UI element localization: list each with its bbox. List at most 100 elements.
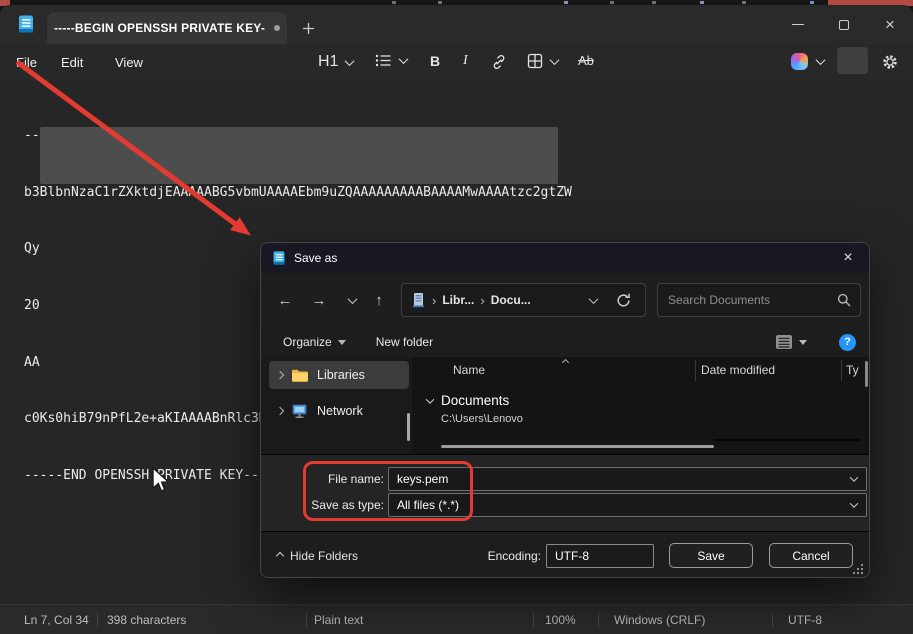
search-input[interactable] bbox=[668, 286, 828, 314]
forward-icon: → bbox=[312, 292, 327, 309]
tree-item-network[interactable]: Network bbox=[269, 397, 409, 425]
maximize-button[interactable] bbox=[821, 5, 867, 44]
heading-label: H1 bbox=[318, 53, 338, 71]
horizontal-scrollbar-track[interactable] bbox=[714, 439, 860, 441]
save-button[interactable]: Save bbox=[669, 543, 753, 568]
dialog-title: Save as bbox=[294, 251, 337, 265]
horizontal-scrollbar-thumb[interactable] bbox=[441, 445, 714, 448]
character-count: 398 characters bbox=[107, 613, 186, 627]
group-collapse-chevron-icon[interactable] bbox=[426, 395, 434, 403]
refresh-icon bbox=[615, 292, 632, 309]
resize-grip[interactable] bbox=[861, 572, 863, 574]
help-button[interactable]: ? bbox=[839, 334, 856, 351]
file-name-section: File name: Save as type: All files (*.*) bbox=[261, 454, 869, 531]
caret-down-icon bbox=[799, 340, 807, 345]
chevron-down-icon bbox=[345, 56, 355, 66]
new-tab-button[interactable] bbox=[298, 18, 318, 38]
close-button[interactable]: × bbox=[867, 5, 913, 44]
link-icon bbox=[490, 53, 508, 71]
list-style-button[interactable] bbox=[375, 53, 407, 68]
column-divider[interactable] bbox=[841, 360, 842, 381]
zoom-level[interactable]: 100% bbox=[545, 613, 576, 627]
clear-formatting-button[interactable]: Ab bbox=[578, 53, 594, 68]
encoding-select[interactable]: UTF-8 bbox=[546, 544, 654, 568]
menu-bar: File Edit View H1 B I Ab bbox=[0, 44, 913, 81]
heading-style-selector[interactable]: H1 bbox=[318, 53, 353, 71]
up-icon: ↑ bbox=[375, 292, 383, 309]
screen: -----BEGIN OPENSSH PRIVATE KEY- × File E… bbox=[0, 0, 913, 634]
recent-locations-button[interactable] bbox=[339, 287, 365, 313]
cancel-button[interactable]: Cancel bbox=[769, 543, 853, 568]
tab-openssh-key[interactable]: -----BEGIN OPENSSH PRIVATE KEY- bbox=[47, 12, 287, 44]
save-type-select[interactable]: All files (*.*) bbox=[388, 493, 867, 517]
menu-file[interactable]: File bbox=[12, 52, 41, 74]
hide-folders-button[interactable]: Hide Folders bbox=[277, 544, 358, 568]
minimize-button[interactable] bbox=[775, 5, 821, 44]
minimize-icon bbox=[792, 24, 804, 26]
link-button[interactable] bbox=[490, 53, 508, 71]
settings-gear-icon bbox=[881, 53, 899, 71]
column-header-type[interactable]: Ty bbox=[846, 363, 859, 377]
encoding-indicator[interactable]: UTF-8 bbox=[788, 613, 822, 627]
redacted-toolbar-item bbox=[837, 47, 868, 74]
forward-button[interactable]: → bbox=[306, 287, 332, 313]
organize-button[interactable]: Organize bbox=[283, 335, 346, 349]
notepad-app-icon bbox=[272, 250, 286, 266]
menu-edit[interactable]: Edit bbox=[57, 52, 87, 74]
table-icon bbox=[527, 53, 543, 69]
tree-item-libraries[interactable]: Libraries bbox=[269, 361, 409, 389]
file-name-combo[interactable] bbox=[388, 467, 867, 491]
refresh-button[interactable] bbox=[615, 292, 632, 312]
column-divider[interactable] bbox=[695, 360, 696, 381]
divider bbox=[772, 613, 773, 627]
tree-item-label: Libraries bbox=[317, 368, 365, 382]
group-header-documents[interactable]: Documents bbox=[441, 393, 509, 408]
copilot-button[interactable] bbox=[791, 53, 824, 70]
back-button[interactable]: ← bbox=[272, 287, 298, 313]
menu-view[interactable]: View bbox=[111, 52, 147, 74]
address-dropdown-chevron-icon[interactable] bbox=[589, 294, 599, 304]
tab-title: -----BEGIN OPENSSH PRIVATE KEY- bbox=[54, 21, 265, 35]
column-header-name[interactable]: Name bbox=[453, 363, 485, 377]
search-icon bbox=[837, 293, 851, 307]
file-list-panel: Name Date modified Ty Documents C:\Users… bbox=[413, 357, 869, 454]
dialog-title-bar: Save as × bbox=[261, 243, 869, 273]
help-icon: ? bbox=[844, 336, 851, 348]
up-button[interactable]: ↑ bbox=[366, 287, 392, 313]
chevron-down-icon[interactable] bbox=[850, 499, 858, 507]
breadcrumb-separator: › bbox=[480, 293, 484, 308]
file-name-input[interactable] bbox=[397, 472, 779, 486]
settings-button[interactable] bbox=[881, 53, 899, 71]
caret-down-icon bbox=[338, 340, 346, 345]
expander-chevron-icon[interactable] bbox=[276, 371, 284, 379]
address-bar[interactable]: › Libr... › Docu... bbox=[401, 283, 646, 317]
tree-item-label: Network bbox=[317, 404, 363, 418]
dialog-body: Libraries Network Name Date modified Ty bbox=[261, 357, 869, 454]
background-speck bbox=[700, 1, 704, 4]
unsaved-indicator-dot bbox=[274, 25, 280, 31]
location-icon bbox=[411, 292, 426, 308]
tree-scrollbar-thumb[interactable] bbox=[407, 413, 410, 441]
breadcrumb-libraries[interactable]: Libr... bbox=[442, 293, 474, 307]
encoding-value: UTF-8 bbox=[555, 549, 589, 563]
dialog-bottom-bar: Hide Folders Encoding: UTF-8 Save Cancel bbox=[261, 531, 869, 578]
new-folder-button[interactable]: New folder bbox=[376, 335, 433, 349]
divider bbox=[598, 613, 599, 627]
dialog-close-button[interactable]: × bbox=[833, 245, 863, 271]
chevron-down-icon[interactable] bbox=[850, 473, 858, 481]
notepad-app-icon bbox=[17, 14, 35, 39]
view-mode-button[interactable] bbox=[775, 334, 807, 350]
dialog-navigation-row: ← → ↑ › Libr... › Docu... bbox=[261, 273, 869, 327]
list-scrollbar-thumb[interactable] bbox=[865, 361, 868, 387]
search-box[interactable] bbox=[657, 283, 861, 317]
breadcrumb-documents[interactable]: Docu... bbox=[491, 293, 531, 307]
document-type[interactable]: Plain text bbox=[314, 613, 363, 627]
table-button[interactable] bbox=[527, 53, 558, 69]
folder-icon bbox=[291, 368, 309, 383]
column-header-date-modified[interactable]: Date modified bbox=[701, 363, 775, 377]
bold-button[interactable]: B bbox=[430, 53, 440, 69]
expander-chevron-icon[interactable] bbox=[276, 407, 284, 415]
line-ending-type[interactable]: Windows (CRLF) bbox=[614, 613, 705, 627]
divider bbox=[306, 613, 307, 627]
italic-button[interactable]: I bbox=[463, 53, 468, 69]
